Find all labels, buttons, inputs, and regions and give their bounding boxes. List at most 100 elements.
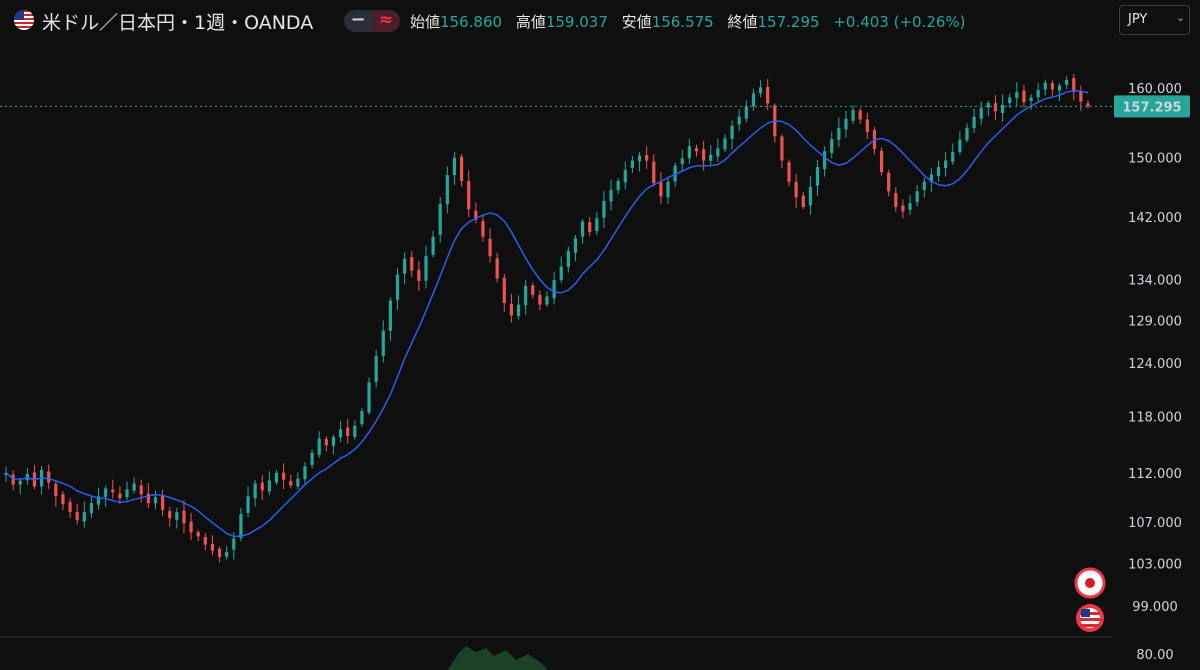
candle-body [324,439,328,446]
candle-body [702,149,706,161]
candle-body [538,294,542,305]
candle-body [232,538,236,550]
candle-body [203,536,207,545]
candle-body [417,269,421,281]
y-tick-label: 80.00 [1136,648,1173,663]
candle-body [403,258,407,274]
y-tick-label: 134.000 [1128,273,1182,288]
candle-body [780,136,784,161]
candle-body [1022,90,1026,103]
candle-body [210,543,215,551]
candle-body [289,481,293,486]
candle-body [1043,82,1047,90]
candle-body [75,511,79,521]
price-axis: 160.000 150.000 142.000 134.000 129.000 124.0… [1128,82,1182,663]
candle-body [915,191,919,203]
candle-body [1057,85,1062,91]
candle-body [54,483,58,497]
candle-body [851,109,855,121]
candle-body [388,300,392,331]
candle-body [1079,91,1083,102]
y-tick-label: 118.000 [1128,411,1182,426]
candle-body [730,125,734,140]
candle-body [637,155,642,162]
price-chart[interactable]: 160.000 150.000 142.000 134.000 129.000 124.0… [0,0,1200,670]
candle-body [602,200,606,218]
candle-body [552,280,556,299]
candle-body [139,485,143,495]
candle-body [1029,97,1033,102]
candle-body [331,436,336,446]
candle-body [559,266,563,280]
candle-body [680,158,684,165]
y-tick-label: 112.000 [1128,467,1182,482]
candle-body [965,127,969,141]
candle-body [481,221,485,237]
candle-body [467,181,471,210]
last-price-label: 157.295 [1122,100,1181,115]
candle-body [125,489,129,498]
candle-body [723,138,727,150]
candle-body [531,285,535,295]
candle-body [303,466,307,480]
candle-body [986,102,990,108]
candle-body [360,411,364,425]
candle-body [253,483,257,499]
moving-average-line [5,90,1089,538]
candle-body [445,175,449,205]
candle-body [317,438,321,455]
candle-body [808,186,812,206]
y-tick-label: 99.000 [1132,600,1178,615]
candle-body [794,181,798,198]
candle-body [410,256,414,271]
y-tick-label: 124.000 [1128,357,1182,372]
candle-body [196,532,200,537]
y-tick-label: 150.000 [1128,152,1182,167]
candle-body [381,330,385,356]
candle-body [623,169,627,183]
candle-body [296,478,300,487]
candle-body [844,118,848,130]
candle-body [225,551,229,557]
candle-body [573,238,578,253]
candle-body [787,162,791,182]
candle-body [217,548,222,557]
candle-body [879,150,884,173]
y-tick-label: 103.000 [1128,557,1182,572]
candle-body [823,151,827,170]
candle-body [979,107,983,119]
candle-body [659,182,663,197]
candle-body [908,203,912,210]
candle-body [459,156,464,181]
candle-body [182,510,186,524]
y-tick-label: 142.000 [1128,211,1182,226]
candle-body [132,483,136,491]
y-tick-label: 160.000 [1128,82,1182,97]
candle-body [951,151,955,162]
candle-body [68,502,72,513]
candle-body [666,181,670,198]
us-flag-icon[interactable] [1076,604,1104,632]
candle-body [687,146,691,159]
japan-flag-icon[interactable] [1074,567,1106,599]
candle-body [1065,79,1069,85]
candle-body [18,480,22,485]
candle-body [566,250,570,267]
candle-body [837,127,841,140]
candle-body [338,429,343,438]
y-tick-label: 107.000 [1128,516,1182,531]
candle-body [310,452,314,465]
candle-body [267,480,271,492]
candle-body [709,154,713,161]
candle-body [580,221,585,237]
candle-body [545,296,549,305]
indicator-area [448,646,548,670]
candle-body [1008,97,1012,104]
candle-body [958,139,962,153]
candle-body [161,495,165,511]
candle-body [758,87,763,94]
candle-body [175,512,179,520]
candle-body [694,147,699,152]
candle-body [452,157,457,176]
candle-body [815,167,820,186]
